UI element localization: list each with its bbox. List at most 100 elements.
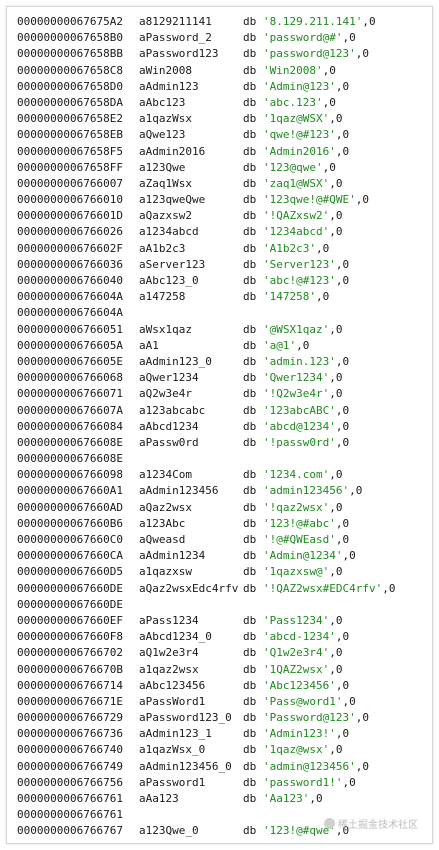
null-terminator: ,0 [342,31,356,45]
label-name: aWsx1qaz [139,322,192,336]
listing-row[interactable]: 0000000006766771a123Abc_0db'123.abc',0 [17,840,432,843]
listing-row[interactable]: 00000000067658D0 aAdmin123 db 'Admin@123',0 [17,79,432,95]
operand: 'Admin2016',0 [263,145,349,158]
watermark-logo-icon [324,818,335,829]
listing-row[interactable]: 000000000676605E aAdmin123_0 db 'admin.123'… [17,354,432,370]
directive: db [243,727,257,741]
listing-row[interactable]: 00000000067660A1 aAdmin123456 db 'admin1234… [17,483,432,499]
listing-row[interactable]: 00000000067658E2 a1qazWsx db '1qaz@WSX',0 [17,111,432,127]
listing-row[interactable]: 0000000006766084 aAbcd1234 db 'abcd@1234',0 [17,419,432,435]
listing-row[interactable]: 00000000067658C8 aWin2008 db 'Win2008',0 [17,63,432,79]
string-literal: 'Pass@word1' [263,694,343,708]
listing-row[interactable]: 0000000006766729 aPassword123_0 db 'Passwor… [17,710,432,726]
listing-row[interactable]: 000000000676601D aQazxsw2 db '!QAZxsw2',0 [17,208,432,224]
listing-row[interactable]: 000000000676608E aPassw0rd db '!passw0rd',0 [17,435,432,451]
operand: '1234abcd',0 [263,225,342,238]
listing-row[interactable]: 00000000067660CA aAdmin1234 db 'Admin@1234'… [17,548,432,564]
directive: db [243,63,257,77]
null-terminator: ,0 [335,257,350,271]
label-name: aPass1234 [139,613,199,627]
operand: 'abc.123',0 [263,96,336,109]
listing-row[interactable]: 00000000067675A2 a8129211141 db '8.129.211.… [17,14,432,30]
operand: 'A1b2c3',0 [263,242,329,255]
listing-row[interactable]: 00000000067660F8 aAbcd1234_0 db 'abcd-1234'… [17,629,432,645]
operand: '1234.com',0 [263,468,342,481]
operand: '1qaz@WSX',0 [263,112,342,125]
string-literal: 'Abc123456' [263,678,336,692]
string-literal: 'password1!' [263,775,343,789]
listing-row[interactable]: 00000000067660AD aQaz2wsx db '!qaz2wsx',0 [17,500,432,516]
directive: db [243,160,257,174]
listing-row[interactable]: 000000000676670B a1qaz2wsx db '1QAZ2wsx',0 [17,662,432,678]
listing-row[interactable]: 00000000067660C0 aQweasd db '!@#QWEasd',0 [17,532,432,548]
listing-row[interactable]: 0000000006766702 aQ1w2e3r4 db 'Q1w2e3r4',0 [17,645,432,661]
listing-row[interactable]: 0000000006766068 aQwer1234 db 'Qwer1234',0 [17,370,432,386]
operand: '!qaz2wsx',0 [263,501,342,514]
listing-row[interactable]: 00000000067658EB aQwe123 db 'qwe!@#123',0 [17,127,432,143]
string-literal: '!Q2w3e4r' [263,387,330,401]
label-name: aAbcd1234_0 [139,630,212,644]
listing-row[interactable]: 0000000006766756 aPassword1 db 'password1!'… [17,775,432,791]
address: 0000000006766051 [17,322,123,336]
listing-row[interactable]: 0000000006766040 aAbc123_0 db 'abc!@#123',0 [17,273,432,289]
string-literal: 'Aa123' [263,792,310,805]
listing-row[interactable]: 000000000676607A a123abcabc db '123abcABC',… [17,403,432,419]
listing-row[interactable]: 00000000067660B6 a123Abc db '123!@#abc',0 [17,516,432,532]
listing-row[interactable]: 000000000676602F aA1b2c3 db 'A1b2c3',0 [17,241,432,257]
listing-row[interactable]: 000000000676671E aPassWord1 db 'Pass@word1'… [17,694,432,710]
address: 00000000067660AD [17,500,123,514]
listing-row[interactable]: 0000000006766714 aAbc123456 db 'Abc123456',… [17,678,432,694]
address: 00000000067660DE [17,581,123,595]
null-terminator: ,0 [329,225,343,239]
listing-row[interactable]: 00000000067658FF a123Qwe db '123@qwe',0 [17,160,432,176]
label-name: aAdmin123456_0 [139,759,232,773]
listing-row[interactable]: 0000000006766026 a1234abcd db '1234abcd',0 [17,224,432,240]
listing-row[interactable]: 0000000006766051 aWsx1qaz db '@WSX1qaz',0 [17,322,432,338]
listing-row[interactable]: 0000000006766036 aServer123 db 'Server123',… [17,257,432,273]
null-terminator: ,0 [335,419,350,433]
label-name: aA1b2c3 [139,241,186,255]
label-name: aServer123 [139,257,206,271]
directive: db [243,112,257,126]
operand: '!QAZxsw2',0 [263,209,342,222]
listing-row[interactable]: 00000000067658BB aPassword123 db 'password@… [17,46,432,62]
string-literal: 'Admin@1234' [263,549,343,563]
listing-row[interactable]: 00000000067658B0 aPassword_2 db 'password@#… [17,30,432,46]
label-name: aPassWord1 [139,694,206,708]
listing-row[interactable]: 0000000006766010 a123qweQwe db '123qwe!@#QW… [17,192,432,208]
operand: '!passw0rd',0 [263,436,349,449]
listing-row[interactable]: 00000000067660DE aQaz2wsxEdc4rfv db '!QAZ2w… [17,581,432,597]
listing-row[interactable]: 000000000676608E [17,451,432,467]
listing-row[interactable]: 0000000006766761 aAa123 db 'Aa123',0 [17,791,432,807]
listing-row[interactable]: 0000000006766071 aQ2w3e4r db '!Q2w3e4r',0 [17,386,432,402]
listing-row[interactable]: 00000000067658F5 aAdmin2016 db 'Admin2016',… [17,144,432,160]
address: 000000000676602F [17,241,123,255]
operand: '!Q2w3e4r',0 [263,387,342,400]
address: 0000000006766740 [17,743,123,757]
listing-row[interactable]: 0000000006766749 aAdmin123456_0 db 'admin@1… [17,759,432,775]
operand: 'admin123456',0 [263,484,362,497]
listing-row[interactable]: 00000000067660DE [17,597,432,613]
label-name: aAdmin123_0 [139,354,212,368]
directive: db [243,662,257,676]
listing-row[interactable]: 0000000006766736 aAdmin123_1 db 'Admin123!'… [17,726,432,742]
listing-row[interactable]: 000000000676604A [17,305,432,321]
listing-row[interactable]: 00000000067660D5 a1qazxsw db '1qazxsw@',0 [17,564,432,580]
null-terminator: ,0 [382,581,396,595]
listing-row[interactable]: 00000000067660EF aPass1234 db 'Pass1234',0 [17,613,432,629]
listing-row[interactable]: 00000000067658DA aAbc123 db 'abc.123',0 [17,95,432,111]
listing-row[interactable]: 000000000676604A a147258 db '147258',0 [17,289,432,305]
directive: db [243,775,257,789]
directive: db [243,435,257,449]
directive: db [243,209,257,223]
address: 00000000067658D0 [17,79,123,93]
listing-row[interactable]: 000000000676605A aA1 db 'a@1',0 [17,338,432,354]
listing-row[interactable]: 0000000006766098 a1234Com db '1234.com',0 [17,467,432,483]
null-terminator: ,0 [329,322,343,336]
listing-row[interactable]: 0000000006766740 a1qazWsx_0 db '1qaz@wsx',0 [17,742,432,758]
listing-row[interactable]: 0000000006766007 aZaq1Wsx db 'zaq1@WSX',0 [17,176,432,192]
directive: db [243,694,257,708]
operand: '147258',0 [263,290,329,303]
string-literal: '8.129.211.141' [263,15,363,28]
directive: db [243,79,257,93]
